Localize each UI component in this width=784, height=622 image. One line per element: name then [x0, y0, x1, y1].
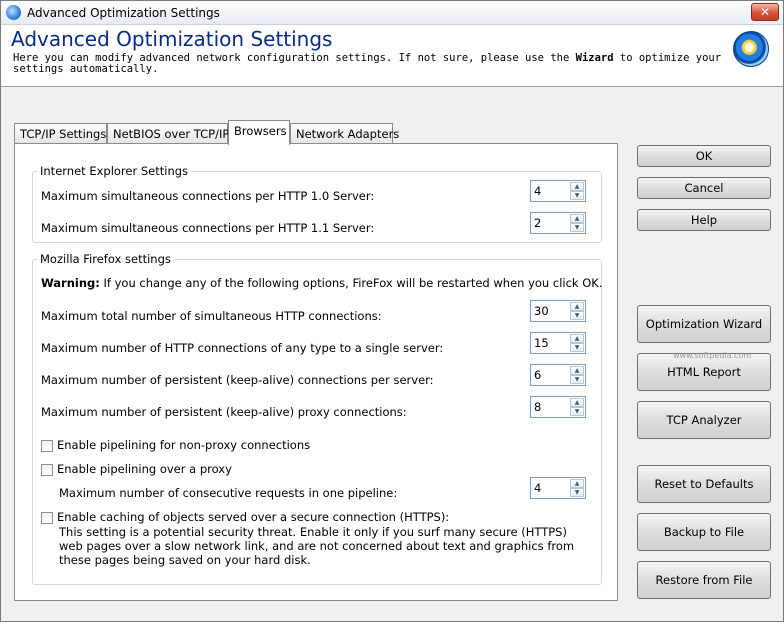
- ie-http10-spinner[interactable]: 4 ▲ ▼: [530, 180, 586, 202]
- browsers-panel: Internet Explorer Settings Maximum simul…: [14, 143, 618, 601]
- ff-total-connections-value[interactable]: 30: [534, 304, 549, 318]
- spin-down-icon[interactable]: ▼: [570, 407, 584, 416]
- cancel-button[interactable]: Cancel: [637, 177, 771, 199]
- ff-total-connections-label: Maximum total number of simultaneous HTT…: [41, 309, 382, 323]
- app-icon: [6, 5, 21, 20]
- header-banner: Advanced Optimization Settings Here you …: [1, 25, 783, 87]
- spin-down-icon[interactable]: ▼: [570, 191, 584, 200]
- spin-up-icon[interactable]: ▲: [570, 214, 584, 223]
- ie-http11-label: Maximum simultaneous connections per HTT…: [41, 221, 375, 235]
- window-title: Advanced Optimization Settings: [27, 6, 220, 20]
- spin-up-icon[interactable]: ▲: [570, 182, 584, 191]
- tab-netbios[interactable]: NetBIOS over TCP/IP: [107, 123, 229, 144]
- tab-network-adapters[interactable]: Network Adapters: [290, 123, 399, 144]
- pipeline-requests-value[interactable]: 4: [534, 481, 541, 495]
- spin-down-icon[interactable]: ▼: [570, 375, 584, 384]
- spin-down-icon[interactable]: ▼: [570, 343, 584, 352]
- pipelining-proxy-checkbox[interactable]: [41, 464, 53, 476]
- close-button[interactable]: ✕: [751, 3, 779, 21]
- pipelining-proxy-label[interactable]: Enable pipelining over a proxy: [57, 462, 232, 476]
- ff-persistent-proxy-label: Maximum number of persistent (keep-alive…: [41, 405, 407, 419]
- spin-down-icon[interactable]: ▼: [570, 311, 584, 320]
- spin-up-icon[interactable]: ▲: [570, 479, 584, 488]
- tab-tcpip-settings[interactable]: TCP/IP Settings: [14, 123, 107, 144]
- ff-persistent-server-spinner[interactable]: 6 ▲ ▼: [530, 364, 586, 386]
- pipelining-checkbox[interactable]: [41, 440, 53, 452]
- restore-file-button[interactable]: Restore from File: [637, 561, 771, 599]
- page-description: Here you can modify advanced network con…: [13, 52, 722, 75]
- pipeline-requests-spinner[interactable]: 4 ▲ ▼: [530, 477, 586, 499]
- ok-button[interactable]: OK: [637, 145, 771, 167]
- app-logo-icon: [733, 31, 769, 67]
- firefox-group-label: Mozilla Firefox settings: [37, 252, 174, 266]
- ff-persistent-server-value[interactable]: 6: [534, 368, 541, 382]
- spin-up-icon[interactable]: ▲: [570, 398, 584, 407]
- tcp-analyzer-button[interactable]: TCP Analyzer: [637, 401, 771, 439]
- tab-browsers[interactable]: Browsers: [228, 120, 290, 145]
- https-caching-label[interactable]: Enable caching of objects served over a …: [57, 510, 449, 524]
- https-caching-note: This setting is a potential security thr…: [59, 525, 575, 567]
- ie-settings-group: Internet Explorer Settings Maximum simul…: [32, 164, 602, 243]
- ff-per-server-spinner[interactable]: 15 ▲ ▼: [530, 332, 586, 354]
- page-title: Advanced Optimization Settings: [11, 27, 333, 51]
- watermark: www.softpedia.com: [673, 351, 752, 360]
- ff-per-server-label: Maximum number of HTTP connections of an…: [41, 341, 444, 355]
- ie-http10-label: Maximum simultaneous connections per HTT…: [41, 189, 375, 203]
- title-bar[interactable]: Advanced Optimization Settings ✕: [1, 1, 783, 25]
- ie-http10-value[interactable]: 4: [534, 184, 541, 198]
- ff-persistent-server-label: Maximum number of persistent (keep-alive…: [41, 373, 434, 387]
- ff-per-server-value[interactable]: 15: [534, 336, 549, 350]
- ie-group-label: Internet Explorer Settings: [37, 164, 192, 178]
- spin-up-icon[interactable]: ▲: [570, 302, 584, 311]
- spin-up-icon[interactable]: ▲: [570, 334, 584, 343]
- backup-file-button[interactable]: Backup to File: [637, 513, 771, 551]
- ff-total-connections-spinner[interactable]: 30 ▲ ▼: [530, 300, 586, 322]
- ff-persistent-proxy-spinner[interactable]: 8 ▲ ▼: [530, 396, 586, 418]
- firefox-warning: Warning: If you change any of the follow…: [41, 276, 603, 290]
- ie-http11-value[interactable]: 2: [534, 216, 541, 230]
- spin-down-icon[interactable]: ▼: [570, 223, 584, 232]
- spin-up-icon[interactable]: ▲: [570, 366, 584, 375]
- reset-defaults-button[interactable]: Reset to Defaults: [637, 465, 771, 503]
- pipelining-label[interactable]: Enable pipelining for non-proxy connecti…: [57, 438, 310, 452]
- pipeline-requests-label: Maximum number of consecutive requests i…: [59, 486, 398, 500]
- firefox-settings-group: Mozilla Firefox settings Warning: If you…: [32, 252, 603, 585]
- optimization-wizard-button[interactable]: Optimization Wizard: [637, 305, 771, 343]
- help-button[interactable]: Help: [637, 209, 771, 231]
- https-caching-checkbox[interactable]: [41, 512, 53, 524]
- spin-down-icon[interactable]: ▼: [570, 488, 584, 497]
- ff-persistent-proxy-value[interactable]: 8: [534, 400, 541, 414]
- app-window: Advanced Optimization Settings ✕ Advance…: [0, 0, 784, 622]
- ie-http11-spinner[interactable]: 2 ▲ ▼: [530, 212, 586, 234]
